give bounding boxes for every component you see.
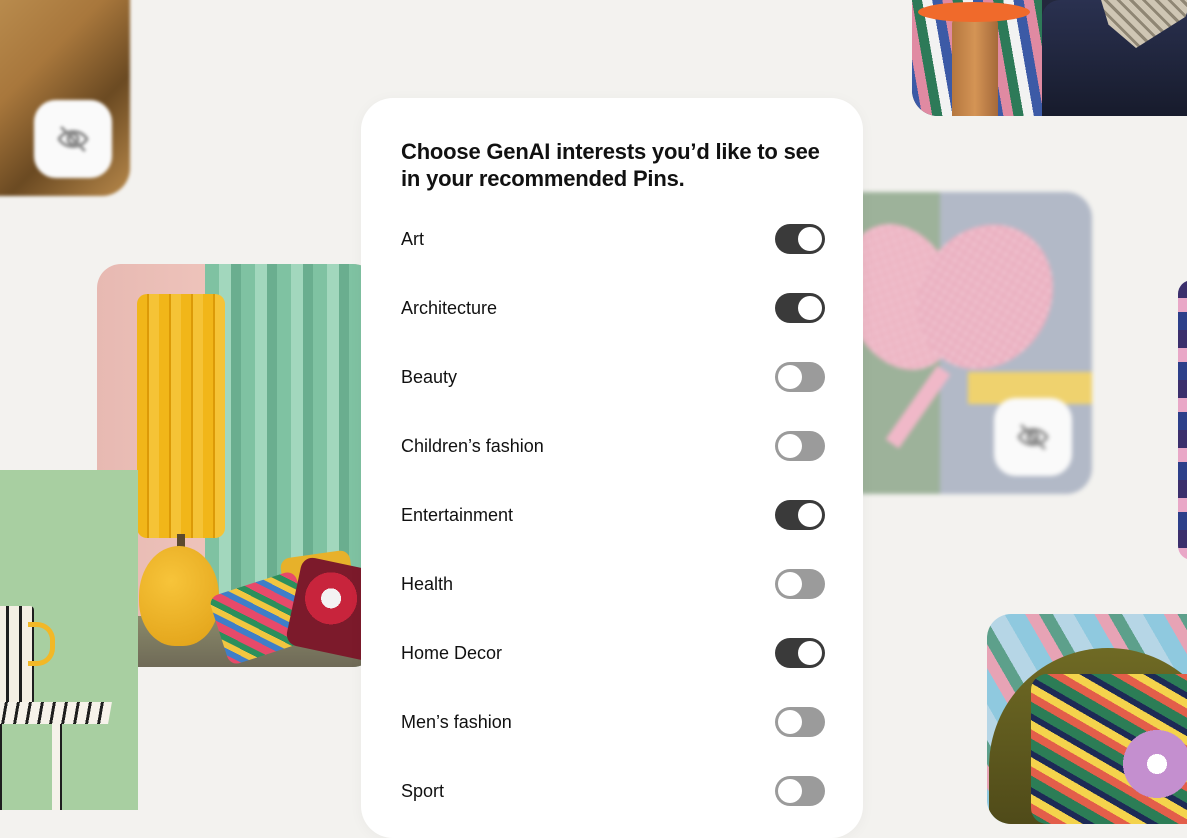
floral-cushion — [1031, 674, 1187, 824]
interest-label: Entertainment — [401, 504, 514, 525]
striped-stool — [0, 702, 112, 724]
toggle-knob — [778, 434, 802, 458]
interest-toggle-mens-fashion[interactable] — [775, 707, 825, 737]
interest-label: Beauty — [401, 366, 458, 387]
interest-label: Art — [401, 228, 425, 249]
side-table-top — [918, 2, 1030, 22]
interest-label: Health — [401, 573, 454, 594]
interest-toggle-home-decor[interactable] — [775, 638, 825, 668]
pin-image-top-right[interactable] — [912, 0, 1187, 116]
cup-handle — [28, 622, 55, 666]
lamp-shade — [137, 294, 225, 538]
pin-image-chair[interactable] — [987, 614, 1187, 824]
toggle-knob — [778, 779, 802, 803]
toggle-knob — [778, 365, 802, 389]
pin-image-cup[interactable] — [0, 470, 138, 810]
card-title: Choose GenAI interests you’d like to see… — [401, 139, 820, 191]
interest-toggle-childrens-fashion[interactable] — [775, 431, 825, 461]
interest-toggle-entertainment[interactable] — [775, 500, 825, 530]
interest-label: Children’s fashion — [401, 435, 544, 456]
eye-off-icon — [34, 100, 112, 178]
interests-card: Choose GenAI interests you’d like to see… — [361, 98, 863, 838]
interest-toggle-beauty[interactable] — [775, 362, 825, 392]
pin-image-top-left[interactable] — [0, 0, 130, 196]
toggle-knob — [798, 641, 822, 665]
interest-row-entertainment[interactable]: Entertainment — [401, 495, 825, 535]
interest-toggle-health[interactable] — [775, 569, 825, 599]
toggle-knob — [798, 503, 822, 527]
toggle-knob — [798, 296, 822, 320]
interest-row-home-decor[interactable]: Home Decor — [401, 633, 825, 673]
pin-image-edge[interactable] — [1178, 280, 1187, 560]
toggle-knob — [798, 227, 822, 251]
interest-label: Sport — [401, 780, 445, 801]
interest-row-beauty[interactable]: Beauty — [401, 357, 825, 397]
eye-off-icon — [994, 398, 1072, 476]
interest-row-sport[interactable]: Sport — [401, 771, 825, 811]
interest-label: Architecture — [401, 297, 498, 318]
interest-toggle-sport[interactable] — [775, 776, 825, 806]
interest-row-mens-fashion[interactable]: Men’s fashion — [401, 702, 825, 742]
interest-label: Men’s fashion — [401, 711, 512, 732]
side-table-leg — [952, 18, 998, 116]
interest-row-health[interactable]: Health — [401, 564, 825, 604]
interest-toggle-art[interactable] — [775, 224, 825, 254]
stool-legs — [0, 724, 106, 810]
interest-toggle-architecture[interactable] — [775, 293, 825, 323]
interest-row-childrens-fashion[interactable]: Children’s fashion — [401, 426, 825, 466]
toggle-knob — [778, 572, 802, 596]
toggle-knob — [778, 710, 802, 734]
interest-row-architecture[interactable]: Architecture — [401, 288, 825, 328]
pin-image-lamp[interactable] — [97, 264, 377, 667]
interest-row-art[interactable]: Art — [401, 219, 825, 259]
lamp-base — [139, 546, 219, 646]
pin-image-paddles[interactable] — [840, 192, 1092, 494]
interest-label: Home Decor — [401, 642, 503, 663]
